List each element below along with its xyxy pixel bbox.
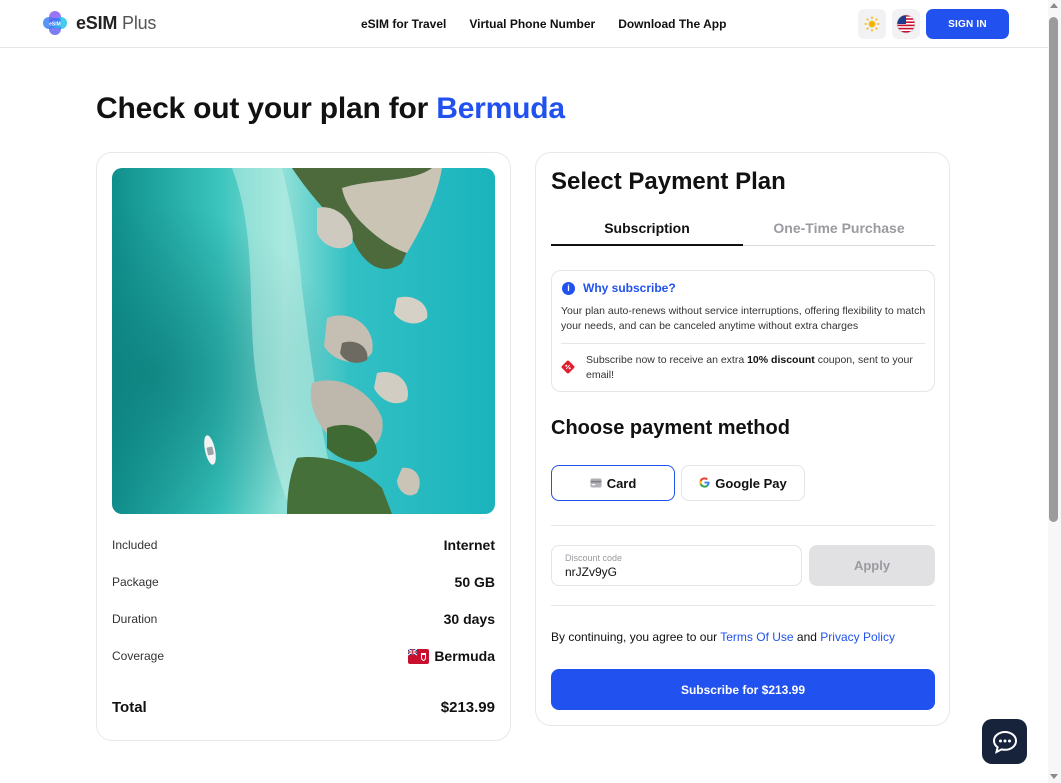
logo-text-light: Plus [117,12,157,33]
privacy-policy-link[interactable]: Privacy Policy [820,630,895,644]
scrollbar-thumb[interactable] [1049,17,1058,522]
plan-row-label: Coverage [112,649,165,663]
sign-in-button[interactable]: SIGN IN [926,9,1009,39]
promo-text: Subscribe now to receive an extra 10% di… [586,353,921,383]
plan-total-row: Total $213.99 [112,699,495,716]
plan-row-value: Internet [443,537,495,553]
language-button[interactable] [892,9,920,39]
destination-image [112,168,495,514]
theme-toggle-button[interactable] [858,9,886,39]
why-subscribe-text: Your plan auto-renews without service in… [561,305,926,332]
logo[interactable]: eSIM eSIM Plus [41,9,156,37]
promo-text-start: Subscribe now to receive an extra [586,354,748,366]
sun-icon [864,16,880,32]
svg-text:eSIM: eSIM [49,22,61,28]
esim-logo-icon: eSIM [41,9,69,37]
total-label: Total [112,699,147,716]
promo-discount: 10% discount [747,354,815,366]
plan-row-label: Package [112,575,159,589]
discount-tag-icon [561,360,575,374]
discount-code-input[interactable]: nrJZv9yG [565,565,617,579]
terms-text-start: By continuing, you agree to our [551,630,721,644]
why-subscribe-title: Why subscribe? [583,281,676,295]
google-pay-button[interactable]: Google Pay [681,465,805,501]
plan-row-value: Bermuda [434,648,495,664]
plan-row-included: Included Internet [112,537,495,553]
bermuda-flag-icon [408,648,430,664]
page-title: Check out your plan for Bermuda [96,92,565,126]
plan-row-package: Package 50 GB [112,574,495,590]
page-title-prefix: Check out your plan for [96,92,437,125]
plan-row-value: 50 GB [454,574,495,590]
site-header: eSIM eSIM Plus eSIM for Travel Virtual P… [0,0,1048,48]
discount-code-label: Discount code [565,553,623,563]
subscribe-button[interactable]: Subscribe for $213.99 [551,669,935,710]
apply-discount-button[interactable]: Apply [809,545,935,586]
logo-text-bold: eSIM [76,12,118,33]
plan-row-duration: Duration 30 days [112,611,495,627]
chat-bubble-icon [992,730,1017,754]
google-icon [699,476,710,491]
payment-plan-tabs: Subscription One-Time Purchase [551,214,935,246]
chat-button[interactable] [982,719,1027,764]
nav-esim-for-travel[interactable]: eSIM for Travel [361,17,446,31]
terms-of-use-link[interactable]: Terms Of Use [720,630,793,644]
payment-method-title: Choose payment method [551,417,790,439]
nav-download-app[interactable]: Download The App [618,17,726,31]
info-icon: i [562,281,575,295]
terms-notice: By continuing, you agree to our Terms Of… [551,630,895,644]
main-nav: eSIM for Travel Virtual Phone Number Dow… [361,17,749,31]
page-title-country: Bermuda [436,92,565,125]
card-payment-label: Card [606,475,637,491]
plan-row-label: Duration [112,612,158,626]
card-icon [590,476,602,491]
terms-text-middle: and [793,630,821,644]
divider [551,605,935,606]
google-pay-label: Google Pay [715,475,787,491]
plan-row-label: Included [112,538,158,552]
total-value: $213.99 [440,699,495,716]
tab-one-time-purchase[interactable]: One-Time Purchase [743,214,935,245]
tab-subscription[interactable]: Subscription [551,214,743,246]
payment-plan-title: Select Payment Plan [551,168,786,195]
nav-virtual-phone-number[interactable]: Virtual Phone Number [469,17,595,31]
plan-row-coverage: Coverage Bermuda [112,648,495,664]
divider [551,525,935,526]
scroll-up-arrow-icon[interactable] [1050,3,1058,8]
us-flag-icon [896,14,916,34]
plan-row-value: 30 days [443,611,495,627]
divider [561,343,925,344]
card-payment-button[interactable]: Card [551,465,675,501]
scroll-down-arrow-icon[interactable] [1050,774,1058,779]
